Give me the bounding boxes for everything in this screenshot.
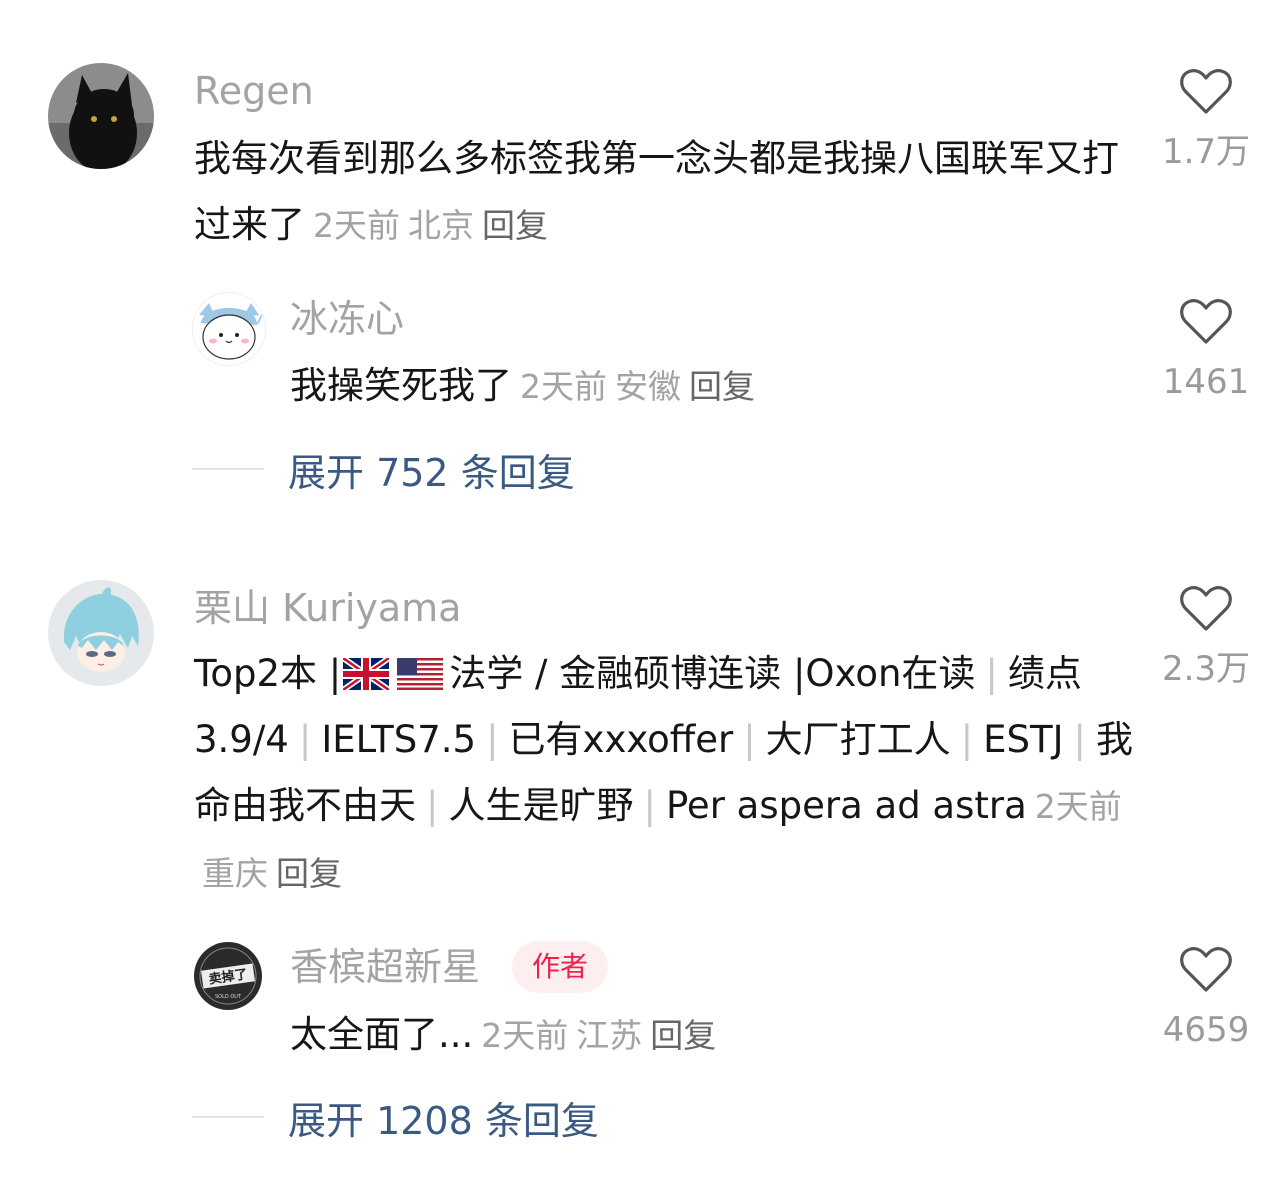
comment-body-part: Per aspera ad astra xyxy=(665,784,1027,827)
expand-replies-button[interactable]: 展开 1208 条回复 xyxy=(192,1090,599,1145)
reply-text: 太全面了... 2天前 江苏 回复 xyxy=(290,1002,1120,1069)
reply-body: 我操笑死我了 xyxy=(290,364,512,407)
expand-replies-label[interactable]: 展开 752 条回复 xyxy=(288,442,575,497)
author-badge: 作者 xyxy=(512,941,609,993)
reply-button[interactable]: 回复 xyxy=(276,854,342,893)
expand-replies-button[interactable]: 展开 752 条回复 xyxy=(192,442,575,497)
like-count: 1.7万 xyxy=(1161,132,1251,172)
heart-icon xyxy=(1180,947,1232,992)
like-button[interactable]: 2.3万 xyxy=(1136,585,1276,691)
comment-location: 北京 xyxy=(408,206,474,245)
sold-out-sticker-avatar-icon: 卖掉了 SOLD OUT xyxy=(192,940,264,1012)
comment-body-part: 已有xxxoffer xyxy=(508,718,734,761)
chiikawa-avatar-icon xyxy=(193,293,265,365)
comment-body-part: Top2本 | xyxy=(194,652,342,695)
reply-username[interactable]: 香槟超新星 xyxy=(290,944,480,990)
like-button[interactable]: 4659 xyxy=(1136,946,1276,1052)
heart-icon xyxy=(1180,69,1232,114)
avatar[interactable] xyxy=(192,292,266,366)
reply-button[interactable]: 回复 xyxy=(689,367,755,406)
avatar[interactable]: 卖掉了 SOLD OUT xyxy=(192,940,264,1012)
heart-icon xyxy=(1180,586,1232,631)
comment-body-part: ESTJ xyxy=(983,718,1064,761)
comment-text: Top2本 | 法学 / 金融硕博连读 |Oxon在读 | 绩点3.9/4 | IELTS… xyxy=(194,652,1133,893)
uk-flag-icon xyxy=(343,658,390,690)
comment-body-part: 法学 / 金融硕博连读 |Oxon在读 xyxy=(449,652,976,695)
like-count: 2.3万 xyxy=(1161,649,1251,689)
comment-body-part: 大厂打工人 xyxy=(765,718,951,761)
comment-username[interactable]: 栗山 Kuriyama xyxy=(194,585,461,631)
reply-button[interactable]: 回复 xyxy=(650,1016,716,1055)
reply-time: 2天前 xyxy=(520,367,607,406)
comment-location: 重庆 xyxy=(202,854,268,893)
comment-time: 2天前 xyxy=(1034,787,1122,826)
like-button[interactable]: 1.7万 xyxy=(1136,68,1276,174)
divider-line xyxy=(192,1116,264,1118)
comment-time: 2天前 xyxy=(313,206,400,245)
svg-text:SOLD OUT: SOLD OUT xyxy=(215,994,242,1000)
reply-location: 江苏 xyxy=(576,1016,643,1055)
like-count: 4659 xyxy=(1162,1010,1250,1050)
reply-location: 安徽 xyxy=(615,367,681,406)
reply-time: 2天前 xyxy=(481,1016,569,1055)
reply-username[interactable]: 冰冻心 xyxy=(290,296,404,342)
divider-line xyxy=(192,468,264,470)
reply-text: 我操笑死我了 2天前 安徽 回复 xyxy=(290,353,1120,420)
comment-username[interactable]: Regen xyxy=(194,68,314,114)
comment-body-part: 人生是旷野 xyxy=(448,784,634,827)
avatar[interactable] xyxy=(48,580,154,686)
expand-replies-label[interactable]: 展开 1208 条回复 xyxy=(288,1090,599,1145)
comment-text: 我每次看到那么多标签我第一念头都是我操八国联军又打过来了 2天前 北京 回复 xyxy=(194,126,1124,259)
heart-icon xyxy=(1180,299,1232,344)
reply-body: 太全面了... xyxy=(290,1013,474,1056)
avatar[interactable] xyxy=(48,63,154,169)
us-flag-icon xyxy=(397,658,444,690)
like-button[interactable]: 1461 xyxy=(1136,298,1276,404)
comment-body-part: IELTS7.5 xyxy=(321,718,477,761)
black-cat-avatar-icon xyxy=(48,63,154,169)
anime-boy-avatar-icon xyxy=(48,580,154,686)
reply-button[interactable]: 回复 xyxy=(482,206,548,245)
like-count: 1461 xyxy=(1162,362,1250,402)
